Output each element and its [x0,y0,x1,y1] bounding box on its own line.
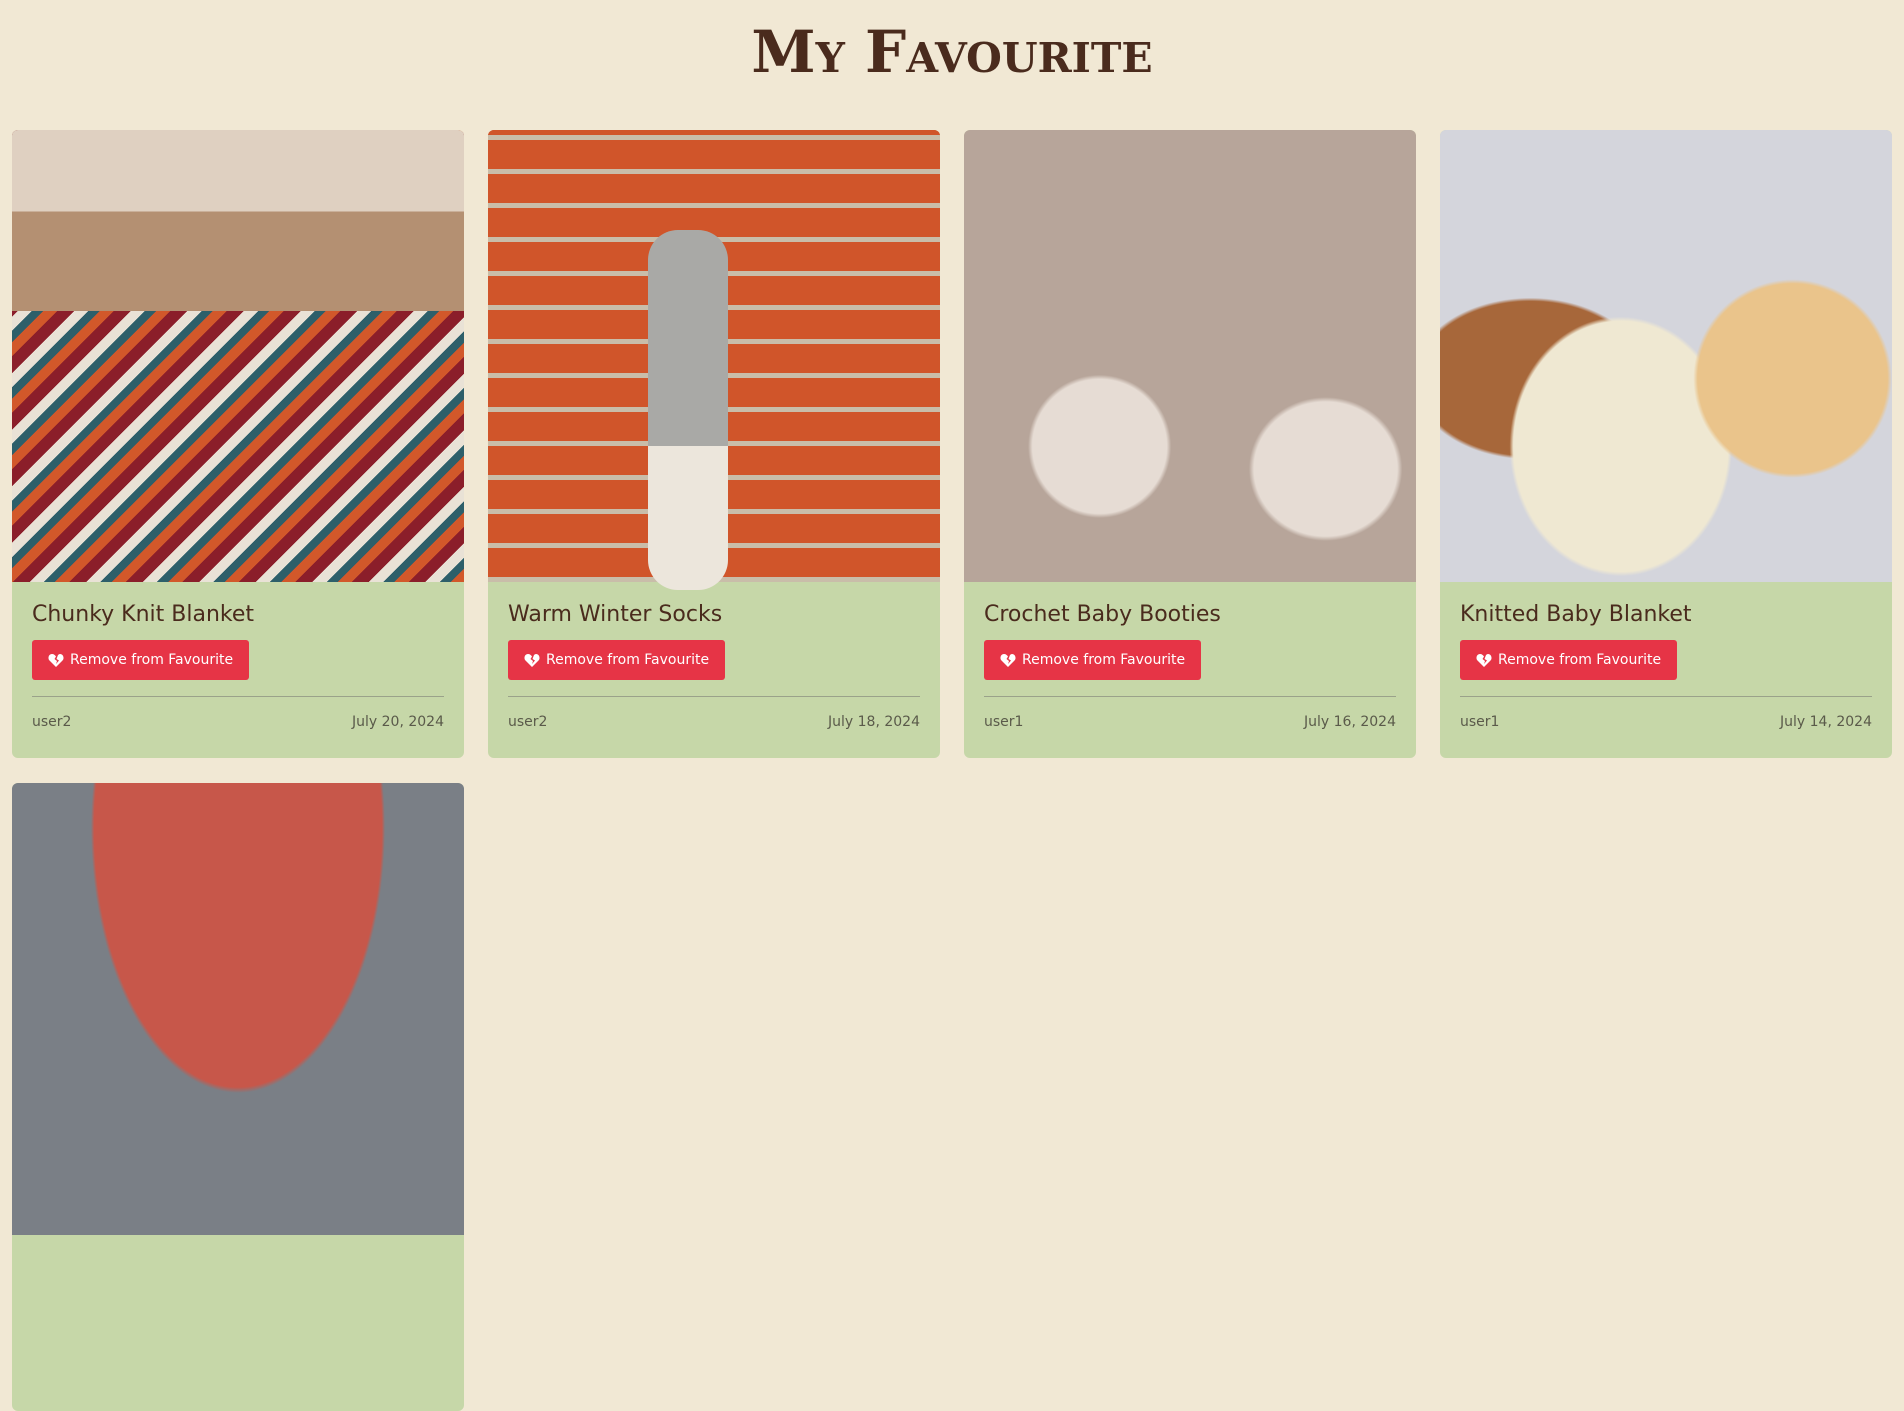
product-image[interactable] [488,130,940,590]
page-title: My Favourite [751,18,1153,86]
product-image[interactable] [1440,130,1892,582]
product-card-partial [12,783,464,1411]
date: July 16, 2024 [1304,714,1396,730]
product-card: Knitted Baby Blanket Remove from Favouri… [1440,130,1892,758]
remove-favourite-button[interactable]: Remove from Favourite [508,640,726,680]
remove-favourite-button[interactable]: Remove from Favourite [1460,640,1678,680]
remove-favourite-button[interactable]: Remove from Favourite [984,640,1202,680]
broken-heart-icon [1000,654,1016,667]
favourites-grid: Chunky Knit Blanket Remove from Favourit… [12,130,1892,1411]
product-title[interactable]: Knitted Baby Blanket [1460,602,1872,632]
divider [32,696,444,697]
author: user1 [984,714,1024,730]
product-title[interactable]: Crochet Baby Booties [984,602,1396,632]
broken-heart-icon [524,654,540,667]
divider [984,696,1396,697]
product-title[interactable]: Warm Winter Socks [508,602,920,632]
remove-favourite-button[interactable]: Remove from Favourite [32,640,250,680]
broken-heart-icon [1476,654,1492,667]
date: July 18, 2024 [828,714,920,730]
product-card: Crochet Baby Booties Remove from Favouri… [964,130,1416,758]
author: user2 [508,714,548,730]
product-card: Warm Winter Socks Remove from Favourite … [488,130,940,758]
product-image[interactable] [964,130,1416,582]
author: user2 [32,714,72,730]
divider [508,696,920,697]
product-card: Chunky Knit Blanket Remove from Favourit… [12,130,464,758]
divider [1460,696,1872,697]
date: July 20, 2024 [352,714,444,730]
broken-heart-icon [48,654,64,667]
product-image[interactable] [12,783,464,1235]
author: user1 [1460,714,1500,730]
date: July 14, 2024 [1780,714,1872,730]
product-image[interactable] [12,130,464,582]
product-title[interactable]: Chunky Knit Blanket [32,602,444,632]
